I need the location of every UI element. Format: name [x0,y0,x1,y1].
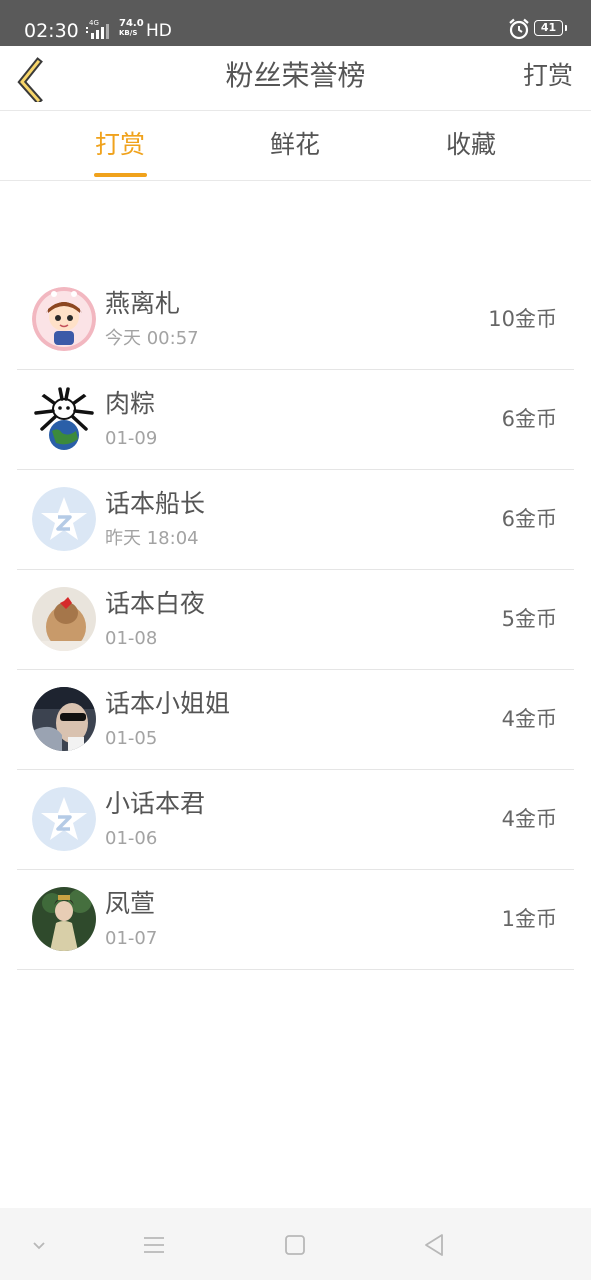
svg-text:4G: 4G [89,19,99,27]
home-square-icon[interactable] [280,1230,310,1260]
avatar [32,787,96,851]
fan-list: 燕离札 今天 00:57 10金币 肉粽 01-09 6金币 话本船长 昨天 1… [0,270,591,970]
coin-amount: 1金币 [501,907,557,931]
fan-name: 凤萱 [105,889,156,918]
list-item[interactable]: 小话本君 01-06 4金币 [17,770,574,870]
reward-date: 01-09 [105,428,158,449]
menu-icon[interactable] [139,1230,169,1260]
tab-favorites[interactable]: 收藏 [411,127,531,163]
back-button[interactable] [10,54,54,105]
sunglasses-avatar-icon [32,687,96,751]
active-tab-indicator [94,173,147,177]
status-bar: 02:30 4G 74.0 KB/S HD 41 [0,0,591,46]
fan-name: 话本小姐姐 [105,689,231,718]
tab-reward[interactable]: 打赏 [60,127,180,163]
reward-date: 01-08 [105,628,158,649]
list-item[interactable]: 肉粽 01-09 6金币 [17,370,574,470]
hd-indicator: HD [146,21,172,41]
fan-name: 燕离札 [105,289,181,318]
coin-amount: 5金币 [501,607,557,631]
list-item[interactable]: 话本小姐姐 01-05 4金币 [17,670,574,770]
page-title: 粉丝荣誉榜 [225,59,366,92]
reward-button[interactable]: 打赏 [523,58,573,94]
reward-date: 昨天 18:04 [105,528,199,549]
reward-date: 今天 00:57 [105,328,199,349]
fan-name: 话本船长 [105,489,206,518]
fan-name: 肉粽 [105,389,156,418]
avatar [32,487,96,551]
coin-amount: 10金币 [488,307,557,331]
default-star-avatar-icon [32,787,96,851]
reward-date: 01-05 [105,728,158,749]
cartoon-avatar-icon [32,287,96,351]
earth-creature-avatar-icon [32,387,96,451]
fan-name: 话本白夜 [105,589,206,618]
reward-date: 01-06 [105,828,158,849]
avatar [32,287,96,351]
list-item[interactable]: 凤萱 01-07 1金币 [17,870,574,970]
list-item[interactable]: 燕离札 今天 00:57 10金币 [17,270,574,370]
chevron-left-icon [17,57,43,105]
tab-flowers[interactable]: 鲜花 [235,127,355,163]
reward-date: 01-07 [105,928,158,949]
header-bar: 粉丝荣誉榜 打赏 [0,46,591,111]
back-triangle-icon[interactable] [420,1230,450,1260]
list-item[interactable]: 话本船长 昨天 18:04 6金币 [17,470,574,570]
costume-figure-avatar-icon [32,887,96,951]
chevron-down-icon[interactable] [24,1230,54,1260]
system-nav-bar [0,1208,591,1280]
avatar [32,387,96,451]
coin-amount: 6金币 [501,507,557,531]
avatar [32,687,96,751]
default-star-avatar-icon [32,487,96,551]
coin-amount: 4金币 [501,707,557,731]
network-speed: 74.0 KB/S [119,18,144,38]
battery-indicator: 41 [534,20,567,36]
list-item[interactable]: 话本白夜 01-08 5金币 [17,570,574,670]
avatar [32,587,96,651]
avatar [32,887,96,951]
status-time: 02:30 [24,20,79,42]
fan-name: 小话本君 [105,789,206,818]
signal-icon: 4G [86,19,109,39]
hair-bun-avatar-icon [32,587,96,651]
coin-amount: 4金币 [501,807,557,831]
coin-amount: 6金币 [501,407,557,431]
tab-bar: 打赏 鲜花 收藏 [0,111,591,181]
alarm-icon [509,18,529,40]
